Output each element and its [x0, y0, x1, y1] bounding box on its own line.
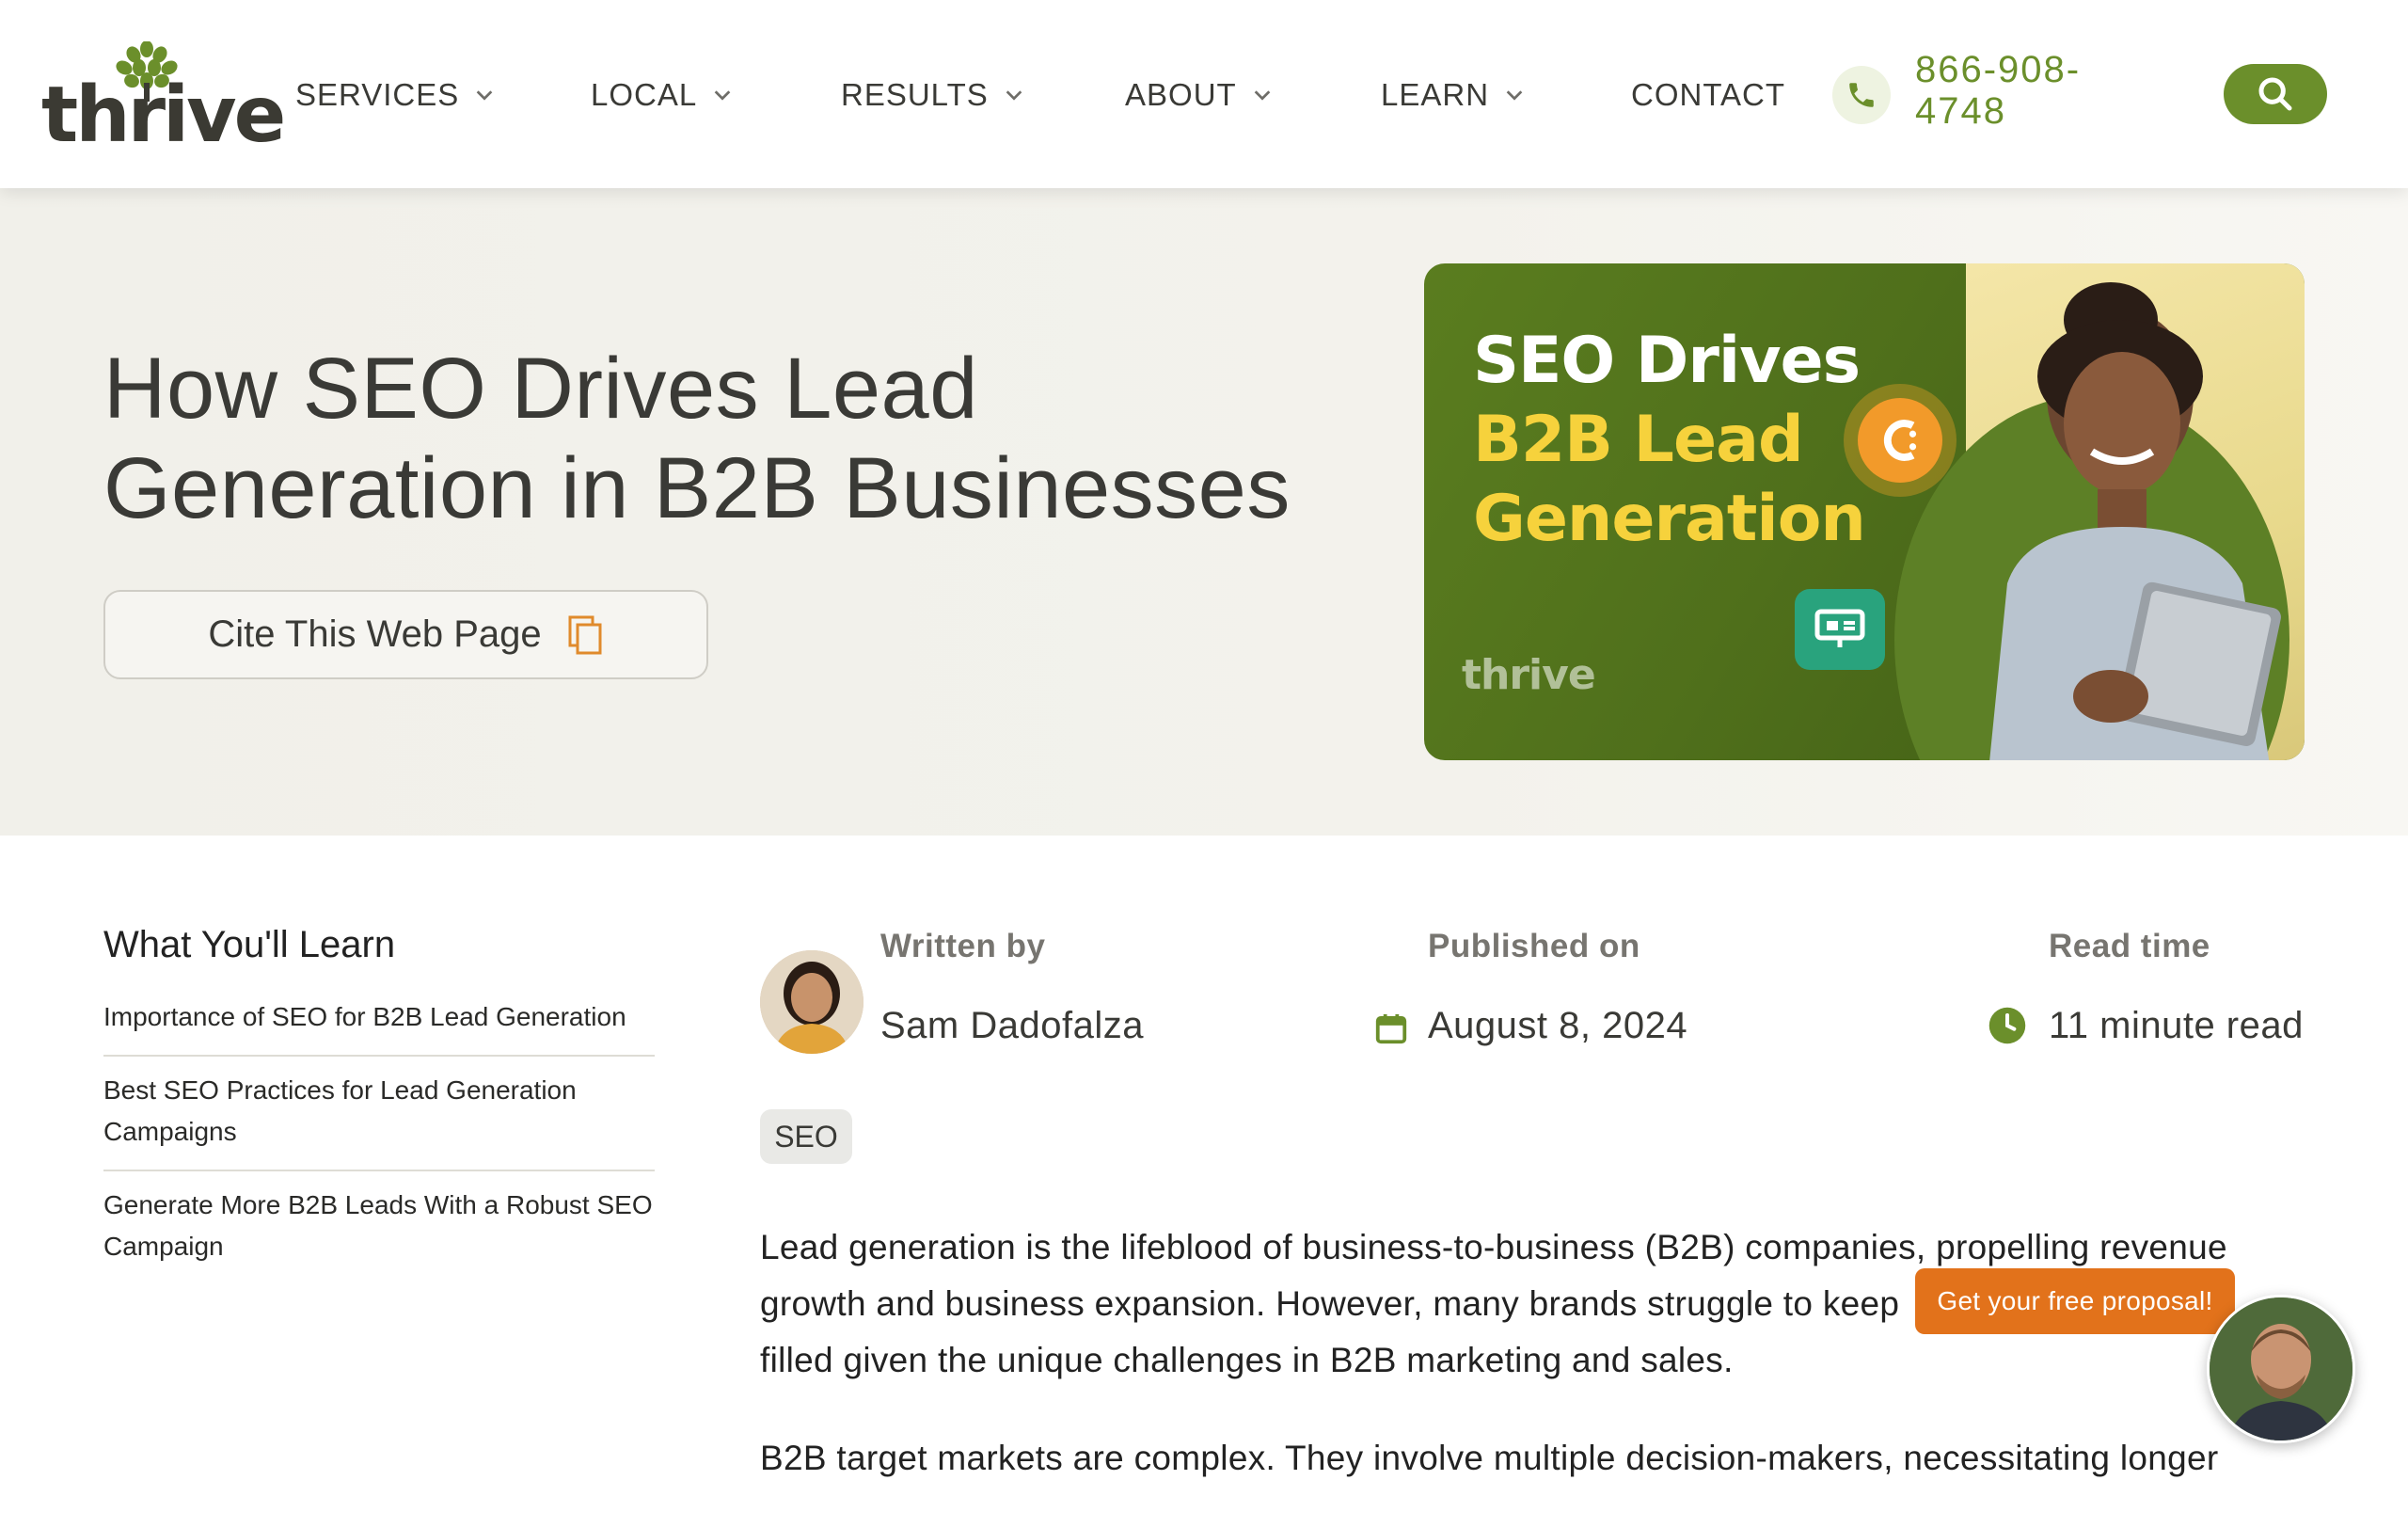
- site-header: thrive SERVICES LOCAL RESULTS ABOUT LEAR…: [0, 0, 2408, 188]
- chevron-down-icon: [714, 90, 731, 101]
- chevron-down-icon: [476, 90, 493, 101]
- woman-with-tablet-illustration: [1989, 282, 2281, 760]
- nav-results-label: RESULTS: [841, 77, 989, 112]
- magnet-icon: [1844, 384, 1956, 497]
- chevron-down-icon: [1254, 90, 1270, 101]
- phone-number: 866-908-4748: [1915, 49, 2082, 132]
- copy-icon: [568, 615, 602, 654]
- category-tag-seo[interactable]: SEO: [760, 1109, 852, 1164]
- phone-link[interactable]: 866-908-4748: [1832, 49, 2115, 143]
- table-of-contents: What You'll Learn Importance of SEO for …: [103, 924, 655, 1284]
- toc-item[interactable]: Importance of SEO for B2B Lead Generatio…: [103, 983, 655, 1057]
- hero-section: How SEO Drives Lead Generation in B2B Bu…: [0, 188, 2408, 836]
- author-avatar[interactable]: [760, 950, 863, 1054]
- published-label: Published on: [1428, 928, 1640, 964]
- article-p2-line-1: B2B target markets are complex. They inv…: [760, 1439, 2219, 1477]
- toc-item[interactable]: Generate More B2B Leads With a Robust SE…: [103, 1171, 655, 1284]
- chat-agent-avatar[interactable]: [2207, 1295, 2355, 1443]
- article-meta: Written by Sam Dadofalza Published on Au…: [760, 924, 2306, 1065]
- page-title: How SEO Drives Lead Generation in B2B Bu…: [103, 339, 1383, 538]
- cite-button-label: Cite This Web Page: [208, 613, 542, 655]
- nav-results[interactable]: RESULTS: [841, 73, 1024, 117]
- search-button[interactable]: [2224, 64, 2327, 124]
- search-icon: [2258, 77, 2292, 111]
- page-title-line-1: How SEO Drives Lead: [103, 341, 978, 437]
- author-label: Written by: [880, 928, 1046, 964]
- featured-image-headline: SEO Drives B2B Lead Generation: [1473, 322, 1866, 559]
- article-p1-line-3: filled given the unique challenges in B2…: [760, 1341, 1734, 1379]
- read-time-value: 11 minute read: [2049, 1005, 2304, 1046]
- author-name[interactable]: Sam Dadofalza: [880, 1005, 1144, 1047]
- chevron-down-icon: [1006, 90, 1022, 101]
- featured-image-logo: thrive: [1462, 651, 1596, 699]
- calendar-icon: [1375, 1013, 1407, 1044]
- nav-learn-label: LEARN: [1381, 77, 1490, 112]
- nav-contact-label: CONTACT: [1631, 77, 1786, 112]
- nav-services[interactable]: SERVICES: [295, 73, 495, 117]
- nav-about[interactable]: ABOUT: [1125, 73, 1273, 117]
- logo-wordmark: thrive: [41, 71, 286, 160]
- featured-image-line-3: Generation: [1473, 482, 1866, 556]
- page-title-line-2: Generation in B2B Businesses: [103, 440, 1291, 536]
- toc-title: What You'll Learn: [103, 924, 396, 965]
- thrive-logo[interactable]: thrive: [41, 41, 286, 154]
- nav-about-label: ABOUT: [1125, 77, 1237, 112]
- phone-icon: [1832, 66, 1891, 124]
- presentation-icon: [1795, 589, 1885, 670]
- nav-services-label: SERVICES: [295, 77, 460, 112]
- article-p1-line-1: Lead generation is the lifeblood of busi…: [760, 1228, 2227, 1266]
- free-proposal-button[interactable]: Get your free proposal!: [1915, 1268, 2235, 1334]
- nav-local-label: LOCAL: [591, 77, 698, 112]
- clock-icon: [1988, 1007, 2026, 1044]
- chevron-down-icon: [1506, 90, 1523, 101]
- featured-image-line-2: B2B Lead: [1473, 403, 1804, 477]
- cite-web-page-button[interactable]: Cite This Web Page: [103, 590, 708, 679]
- article-p1-line-2: growth and business expansion. However, …: [760, 1284, 1900, 1323]
- published-date: August 8, 2024: [1428, 1005, 1688, 1046]
- read-time-label: Read time: [2049, 928, 2210, 964]
- nav-contact[interactable]: CONTACT: [1631, 73, 1785, 117]
- nav-learn[interactable]: LEARN: [1381, 73, 1525, 117]
- article-paragraph: B2B target markets are complex. They inv…: [760, 1430, 2284, 1487]
- article-body: Lead generation is the lifeblood of busi…: [760, 1219, 2284, 1528]
- featured-image-line-1: SEO Drives: [1473, 324, 1861, 398]
- toc-item[interactable]: Best SEO Practices for Lead Generation C…: [103, 1057, 655, 1171]
- nav-local[interactable]: LOCAL: [591, 73, 733, 117]
- featured-image: SEO Drives B2B Lead Generation thrive: [1424, 263, 2305, 760]
